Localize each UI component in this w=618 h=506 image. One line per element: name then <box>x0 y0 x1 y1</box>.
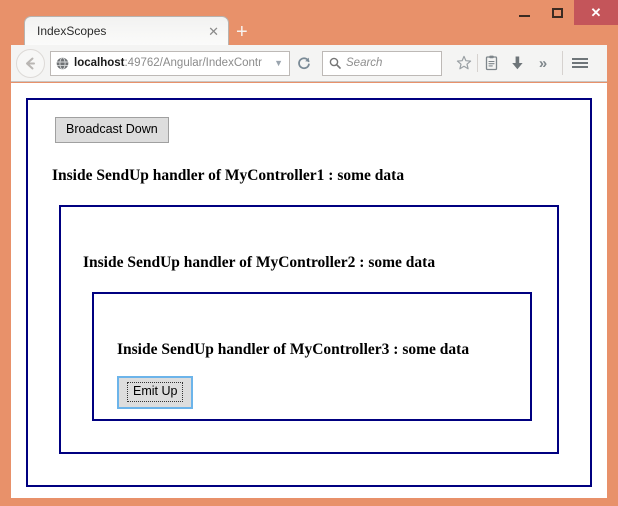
emit-up-button[interactable]: Emit Up <box>117 376 194 409</box>
new-tab-button[interactable]: + <box>236 22 248 42</box>
download-arrow-icon[interactable] <box>504 45 530 82</box>
controller1-scope-box: Broadcast Down Inside SendUp handler of … <box>26 98 592 487</box>
url-host: localhost <box>74 57 125 69</box>
maximize-icon <box>552 7 563 18</box>
controller2-scope-box: Inside SendUp handler of MyController2 :… <box>59 205 559 454</box>
close-icon: ✕ <box>590 5 602 20</box>
reload-icon <box>298 57 310 70</box>
reload-button[interactable] <box>293 56 315 70</box>
controller3-scope-box: Inside SendUp handler of MyController3 :… <box>92 292 532 421</box>
back-button[interactable] <box>16 48 45 78</box>
search-bar[interactable]: Search <box>322 50 442 76</box>
controller1-message: Inside SendUp handler of MyController1 :… <box>52 167 405 184</box>
url-path: :49762/Angular/IndexContr <box>124 57 262 69</box>
hamburger-line <box>572 62 588 64</box>
navigation-toolbar: localhost:49762/Angular/IndexContr ▼ Sea… <box>11 45 607 82</box>
emit-up-button-label: Emit Up <box>127 382 184 402</box>
tab-title: IndexScopes <box>37 24 107 38</box>
toolbar-divider <box>562 51 563 75</box>
close-button[interactable]: ✕ <box>574 0 618 25</box>
browser-window: ✕ IndexScopes ✕ + localhost:49762/Angula… <box>0 0 618 506</box>
tab-strip: IndexScopes ✕ + <box>24 16 248 45</box>
url-bar[interactable]: localhost:49762/Angular/IndexContr ▼ <box>50 50 290 76</box>
hamburger-line <box>572 66 588 68</box>
controller3-message: Inside SendUp handler of MyController3 :… <box>117 341 470 358</box>
page-content: Broadcast Down Inside SendUp handler of … <box>11 83 607 498</box>
window-controls: ✕ <box>508 0 618 25</box>
back-arrow-icon <box>26 57 35 69</box>
hamburger-menu-icon[interactable] <box>567 45 593 82</box>
minimize-icon <box>519 14 530 17</box>
tab-indexscopes[interactable]: IndexScopes ✕ <box>24 16 229 45</box>
chevron-down-icon[interactable]: ▼ <box>274 58 283 68</box>
search-input[interactable]: Search <box>346 57 382 69</box>
hamburger-line <box>572 58 588 60</box>
maximize-button[interactable] <box>541 0 574 25</box>
reading-list-icon[interactable] <box>478 45 504 82</box>
star-icon[interactable] <box>451 45 477 82</box>
broadcast-down-button[interactable]: Broadcast Down <box>55 117 169 143</box>
controller2-message: Inside SendUp handler of MyController2 :… <box>83 254 436 271</box>
minimize-button[interactable] <box>508 0 541 25</box>
globe-icon <box>56 56 69 70</box>
url-text: localhost:49762/Angular/IndexContr <box>74 57 274 69</box>
magnifier-icon <box>329 57 341 69</box>
tab-close-icon[interactable]: ✕ <box>208 25 219 38</box>
overflow-chevrons-icon[interactable]: » <box>530 45 556 82</box>
title-bar: ✕ IndexScopes ✕ + <box>0 0 618 45</box>
